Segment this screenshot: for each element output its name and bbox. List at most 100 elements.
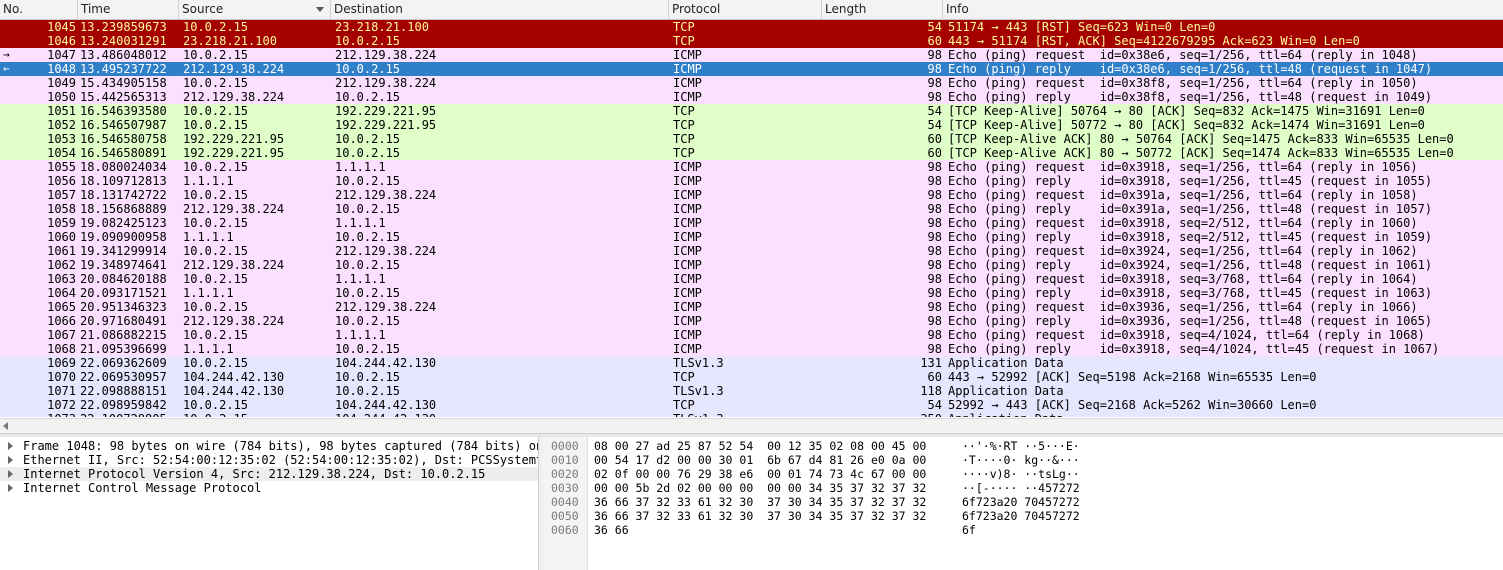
byte-ascii[interactable]: ··'·%·RT ··5···E· [962,439,1080,453]
detail-row-ipv4[interactable]: Internet Protocol Version 4, Src: 212.12… [0,467,538,481]
packet-details-pane[interactable]: Frame 1048: 98 bytes on wire (784 bits),… [0,437,539,570]
byte-ascii[interactable]: 6f723a20 70457272 [962,495,1080,509]
packet-row[interactable]: 1063 20.084620188 10.0.2.15 1.1.1.1 ICMP 98 Ec… [0,272,1503,286]
packet-row[interactable]: 1052 16.546507987 10.0.2.15 192.229.221.95 T… [0,118,1503,132]
expand-arrow-icon[interactable] [8,442,13,450]
byte-offset: 0050 [551,509,579,523]
packet-row[interactable]: 1067 21.086882215 10.0.2.15 1.1.1.1 ICMP 98 Ec… [0,328,1503,342]
packet-row[interactable]: 1058 18.156868889 212.129.38.224 10.0.2.15 I… [0,202,1503,216]
packet-row[interactable]: 1061 19.341299914 10.0.2.15 212.129.38.224 I… [0,244,1503,258]
packet-row[interactable]: 1072 22.098959842 10.0.2.15 104.244.42.130 T… [0,398,1503,412]
cell-time: 13.495237722 [80,62,167,76]
packet-row[interactable]: 1056 18.109712813 1.1.1.1 10.0.2.15 ICMP 98 Ec… [0,174,1503,188]
expand-arrow-icon[interactable] [8,484,13,492]
byte-ascii[interactable]: 6f [962,523,976,537]
cell-info: Echo (ping) request id=0x391a, seq=1/256… [948,188,1418,202]
detail-row-frame[interactable]: Frame 1048: 98 bytes on wire (784 bits),… [0,439,538,453]
byte-hex[interactable]: 08 00 27 ad 25 87 52 54 00 12 35 02 08 0… [594,439,926,453]
packet-row[interactable]: 1045 13.239859673 10.0.2.15 23.218.21.100 TC… [0,20,1503,34]
packet-row[interactable]: 1069 22.069362609 10.0.2.15 104.244.42.130 T… [0,356,1503,370]
packet-row[interactable]: 1059 19.082425123 10.0.2.15 1.1.1.1 ICMP 98 Ec… [0,216,1503,230]
packet-bytes-pane[interactable]: 0000 08 00 27 ad 25 87 52 54 00 12 35 02 … [543,437,1503,570]
byte-ascii[interactable]: ·T····0· kg··&··· [962,453,1080,467]
cell-src: 212.129.38.224 [183,62,285,76]
detail-row-ethernet[interactable]: Ethernet II, Src: 52:54:00:12:35:02 (52:… [0,453,538,467]
horizontal-scrollbar[interactable] [0,418,1503,433]
packet-row[interactable]: 1073 22.10072880510.0.2.15104.244.42.130 T… [0,412,1503,417]
cell-info: 443 → 52992 [ACK] Seq=5198 Ack=2168 Win=… [948,370,1317,384]
packet-list[interactable]: No. Time Source Destination Protocol Len… [0,0,1503,417]
byte-hex[interactable]: 00 54 17 d2 00 00 30 01 6b 67 d4 81 26 e… [594,453,926,467]
packet-row[interactable]: 1050 15.442565313 212.129.38.224 10.0.2.15 I… [0,90,1503,104]
packet-row[interactable]: 1055 18.080024034 10.0.2.15 1.1.1.1 ICMP 98 Ec… [0,160,1503,174]
cell-info: Echo (ping) reply id=0x3918, seq=4/1024,… [948,342,1440,356]
packet-row[interactable]: 1062 19.348974641 212.129.38.224 10.0.2.15 I… [0,258,1503,272]
cell-dst: 10.0.2.15 [335,342,401,356]
column-header-protocol[interactable]: Protocol [669,0,822,19]
cell-info: Echo (ping) request id=0x3918, seq=1/256… [948,160,1418,174]
packet-row[interactable]: 1070 22.069530957 104.244.42.130 10.0.2.15 T… [0,370,1503,384]
cell-proto: TLSv1.3 [673,412,821,417]
cell-no: 1045 [47,20,76,34]
cell-info: [TCP Keep-Alive ACK] 80 → 50772 [ACK] Se… [948,146,1454,160]
column-header-destination[interactable]: Destination [331,0,669,19]
byte-hex[interactable]: 36 66 37 32 33 61 32 30 37 30 34 35 37 3… [594,495,926,509]
packet-row[interactable]: → 1047 13.486048012 10.0.2.15 212.129.38.224… [0,48,1503,62]
cell-len: 98 [927,342,942,356]
byte-hex[interactable]: 36 66 [594,523,629,537]
packet-row[interactable]: 1053 16.546580758 192.229.221.95 10.0.2.15 T… [0,132,1503,146]
column-header-info[interactable]: Info [943,0,1503,19]
cell-time: 13.240031291 [80,34,167,48]
packet-row[interactable]: 1057 18.131742722 10.0.2.15 212.129.38.224 I… [0,188,1503,202]
column-header-time[interactable]: Time [78,0,179,19]
detail-text: Internet Protocol Version 4, Src: 212.12… [23,467,486,481]
byte-ascii[interactable]: ··[-···· ··457272 [962,481,1080,495]
cell-time: 16.546580758 [80,132,167,146]
cell-dst: 23.218.21.100 [335,20,429,34]
scroll-left-icon[interactable] [3,422,8,430]
cell-info: Echo (ping) reply id=0x3918, seq=2/512, … [948,230,1433,244]
cell-no: 1073 [0,412,76,417]
column-header-no[interactable]: No. [0,0,78,19]
packet-row[interactable]: 1065 20.951346323 10.0.2.15 212.129.38.224 I… [0,300,1503,314]
packet-row[interactable]: 1068 21.095396699 1.1.1.1 10.0.2.15 ICMP 98 Ec… [0,342,1503,356]
expand-arrow-icon[interactable] [8,456,13,464]
packet-row[interactable]: 1046 13.240031291 23.218.21.100 10.0.2.15 TC… [0,34,1503,48]
column-header-length[interactable]: Length [822,0,943,19]
cell-dst: 10.0.2.15 [335,314,401,328]
byte-ascii[interactable]: ····v)8· ··tsLg·· [962,467,1080,481]
scrollbar-track[interactable] [14,421,1503,431]
packet-row[interactable]: 1049 15.434905158 10.0.2.15 212.129.38.224 I… [0,76,1503,90]
cell-len: 98 [927,76,942,90]
cell-src: 10.0.2.15 [183,104,249,118]
cell-dst: 212.129.38.224 [335,188,437,202]
cell-dst: 10.0.2.15 [335,174,401,188]
detail-row-icmp[interactable]: Internet Control Message Protocol [0,481,538,495]
cell-time: 18.156868889 [80,202,167,216]
cell-time: 16.546507987 [80,118,167,132]
packet-row[interactable]: 1054 16.546580891 192.229.221.95 10.0.2.15 T… [0,146,1503,160]
packet-row[interactable]: 1051 16.546393580 10.0.2.15 192.229.221.95 T… [0,104,1503,118]
packet-row[interactable]: 1064 20.093171521 1.1.1.1 10.0.2.15 ICMP 98 Ec… [0,286,1503,300]
byte-ascii[interactable]: 6f723a20 70457272 [962,509,1080,523]
cell-time: 13.486048012 [80,48,167,62]
cell-dst: 212.129.38.224 [335,300,437,314]
packet-row[interactable]: 1071 22.098888151 104.244.42.130 10.0.2.15 T… [0,384,1503,398]
cell-dst: 192.229.221.95 [335,104,437,118]
cell-proto: ICMP [673,300,702,314]
cell-src: 192.229.221.95 [183,146,285,160]
cell-info: Echo (ping) reply id=0x38e6, seq=1/256, … [948,62,1433,76]
cell-info: Echo (ping) reply id=0x3936, seq=1/256, … [948,314,1433,328]
cell-src: 1.1.1.1 [183,342,234,356]
packet-row[interactable]: ← 1048 13.495237722 212.129.38.224 10.0.2.15… [0,62,1503,76]
cell-dst: 10.0.2.15 [335,370,401,384]
cell-time: 19.348974641 [80,258,167,272]
cell-proto: ICMP [673,48,702,62]
byte-hex[interactable]: 02 0f 00 00 76 29 38 e6 00 01 74 73 4c 6… [594,467,926,481]
column-header-source[interactable]: Source [179,0,331,19]
expand-arrow-icon[interactable] [8,470,13,478]
packet-row[interactable]: 1066 20.971680491 212.129.38.224 10.0.2.15 I… [0,314,1503,328]
byte-hex[interactable]: 00 00 5b 2d 02 00 00 00 00 00 34 35 37 3… [594,481,926,495]
byte-hex[interactable]: 36 66 37 32 33 61 32 30 37 30 34 35 37 3… [594,509,926,523]
packet-row[interactable]: 1060 19.090900958 1.1.1.1 10.0.2.15 ICMP 98 Ec… [0,230,1503,244]
